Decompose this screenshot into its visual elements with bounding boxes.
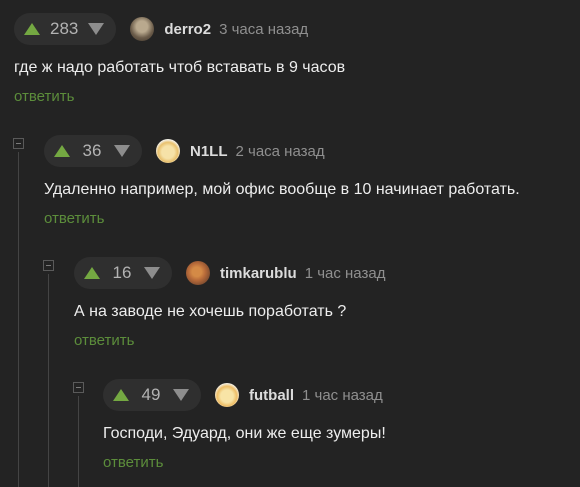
rating-count: 36 [82, 141, 102, 160]
user-avatar[interactable] [186, 261, 210, 285]
thread-line-level-1[interactable] [18, 152, 19, 487]
rating-widget: 16 [74, 257, 172, 289]
reply-link[interactable]: ответить [14, 88, 345, 105]
reply-link[interactable]: ответить [44, 210, 520, 227]
username[interactable]: futball [249, 387, 294, 404]
user-avatar[interactable] [215, 383, 239, 407]
comment-thread: 283 derro2 3 часа назад где ж надо работ… [0, 0, 580, 487]
comment-header: 16 timkarublu 1 час назад [74, 257, 385, 289]
collapse-toggle-level-1[interactable] [13, 138, 24, 149]
upvote-arrow-icon[interactable] [84, 267, 100, 279]
comment-header: 36 N1LL 2 часа назад [44, 135, 520, 167]
comment-text: А на заводе не хочешь поработать ? [74, 303, 347, 320]
comment-header: 49 futball 1 час назад [103, 379, 386, 411]
upvote-arrow-icon[interactable] [113, 389, 129, 401]
upvote-arrow-icon[interactable] [24, 23, 40, 35]
comment-text: Удаленно например, мой офис вообще в 10 … [44, 181, 520, 198]
collapse-toggle-level-3[interactable] [73, 382, 84, 393]
comment: 36 N1LL 2 часа назад Удаленно например, … [44, 135, 520, 227]
downvote-arrow-icon[interactable] [114, 145, 130, 157]
comment-text: где ж надо работать чтоб вставать в 9 ча… [14, 59, 346, 76]
comment-time[interactable]: 3 часа назад [219, 21, 308, 38]
downvote-arrow-icon[interactable] [173, 389, 189, 401]
comment: 283 derro2 3 часа назад где ж надо работ… [14, 13, 345, 105]
username[interactable]: N1LL [190, 143, 228, 160]
comment-text: Господи, Эдуард, они же еще зумеры! [103, 425, 386, 442]
downvote-arrow-icon[interactable] [144, 267, 160, 279]
thread-line-level-2[interactable] [48, 274, 49, 487]
user-avatar[interactable] [130, 17, 155, 41]
rating-widget: 283 [14, 13, 117, 45]
username[interactable]: derro2 [164, 21, 211, 38]
username[interactable]: timkarublu [220, 265, 297, 282]
rating-widget: 49 [103, 379, 201, 411]
comment-header: 283 derro2 3 часа назад [14, 13, 345, 45]
downvote-arrow-icon[interactable] [88, 23, 105, 35]
comment-time[interactable]: 1 час назад [302, 387, 383, 404]
reply-link[interactable]: ответить [74, 332, 385, 349]
comment-time[interactable]: 1 час назад [305, 265, 386, 282]
comment-time[interactable]: 2 часа назад [236, 143, 325, 160]
thread-line-level-3[interactable] [78, 396, 79, 487]
comment: 16 timkarublu 1 час назад А на заводе не… [74, 257, 385, 349]
upvote-arrow-icon[interactable] [54, 145, 70, 157]
rating-count: 16 [112, 263, 132, 282]
reply-link[interactable]: ответить [103, 454, 386, 471]
user-avatar[interactable] [156, 139, 180, 163]
comment: 49 futball 1 час назад Господи, Эдуард, … [103, 379, 386, 471]
rating-count: 49 [141, 385, 161, 404]
rating-count: 283 [50, 19, 79, 38]
collapse-toggle-level-2[interactable] [43, 260, 54, 271]
rating-widget: 36 [44, 135, 142, 167]
